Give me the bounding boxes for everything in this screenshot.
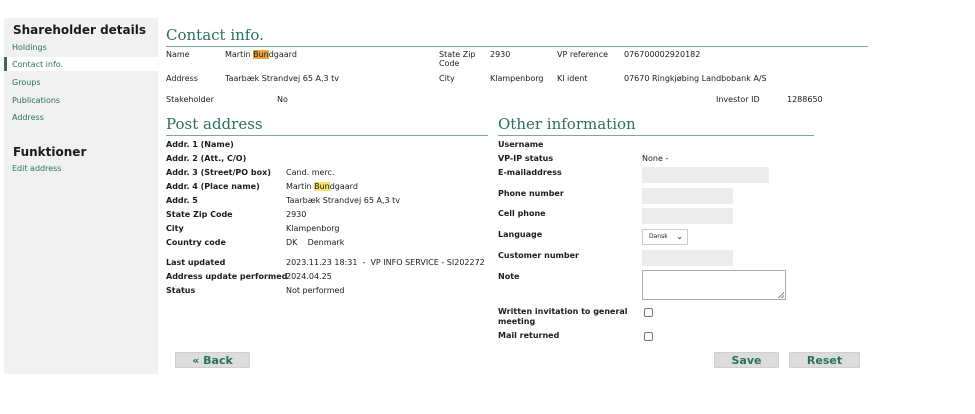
vp-ip-status-value: None - <box>642 154 669 163</box>
resize-handle-icon[interactable] <box>778 292 784 298</box>
name-value: Martin Bundgaard <box>225 50 297 59</box>
status-value: Not performed <box>286 286 345 295</box>
sidebar-item-holdings[interactable]: Holdings <box>12 43 47 52</box>
address-value: Taarbæk Strandvej 65 A,3 tv <box>225 74 339 83</box>
sidebar-item-contact-info[interactable]: Contact info. <box>12 60 63 69</box>
state-zip-value: 2930 <box>490 50 511 59</box>
vp-reference-label: VP reference <box>557 50 609 59</box>
post-city-value: Klampenborg <box>286 224 340 233</box>
state-zip-label: State Zip Code <box>439 50 476 68</box>
written-invitation-label-line2: meeting <box>498 317 536 326</box>
addr4-label: Addr. 4 (Place name) <box>166 182 260 191</box>
customer-number-field[interactable] <box>642 250 733 266</box>
stakeholder-label: Stakeholder <box>166 95 214 104</box>
last-updated-label: Last updated <box>166 258 226 267</box>
kl-ident-value: 07670 Ringkjøbing Landbobank A/S <box>624 74 767 83</box>
cell-phone-label: Cell phone <box>498 209 546 218</box>
country-code-value: DK Denmark <box>286 238 345 247</box>
sidebar-heading-shareholder: Shareholder details <box>13 23 146 37</box>
other-information-title: Other information <box>498 115 636 133</box>
post-state-zip-label: State Zip Code <box>166 210 233 219</box>
post-address-title: Post address <box>166 115 263 133</box>
note-label: Note <box>498 272 520 281</box>
city-value: Klampenborg <box>490 74 544 83</box>
addr1-label: Addr. 1 (Name) <box>166 140 234 149</box>
kl-ident-label: Kl ident <box>557 74 588 83</box>
phone-number-field[interactable] <box>642 188 733 204</box>
written-invitation-label-line1: Written invitation to general <box>498 307 628 316</box>
post-address-divider <box>166 135 488 136</box>
addr5-label: Addr. 5 <box>166 196 198 205</box>
language-label: Language <box>498 230 543 239</box>
customer-number-label: Customer number <box>498 251 579 260</box>
other-information-divider <box>498 135 814 136</box>
name-value-prefix: Martin <box>225 50 254 59</box>
last-updated-value: 2023.11.23 18:31 - VP INFO SERVICE - SI2… <box>286 258 485 267</box>
back-button[interactable]: « Back <box>175 352 250 368</box>
address-label: Address <box>166 74 198 83</box>
username-label: Username <box>498 140 544 149</box>
vp-reference-value: 076700002920182 <box>624 50 701 59</box>
city-label: City <box>439 74 455 83</box>
address-update-performed-label: Address update performed <box>166 272 288 281</box>
status-label: Status <box>166 286 196 295</box>
addr4-value: Martin Bundgaard <box>286 182 358 191</box>
sidebar-item-publications[interactable]: Publications <box>12 96 60 105</box>
contact-info-title: Contact info. <box>166 26 264 44</box>
phone-number-label: Phone number <box>498 189 564 198</box>
email-field[interactable] <box>642 167 769 183</box>
cell-phone-field[interactable] <box>642 208 733 224</box>
stakeholder-value: No <box>277 95 288 104</box>
address-update-performed-value: 2024.04.25 <box>286 272 332 281</box>
country-code-label: Country code <box>166 238 226 247</box>
sidebar-item-edit-address[interactable]: Edit address <box>12 164 61 173</box>
addr5-value: Taarbæk Strandvej 65 A,3 tv <box>286 196 400 205</box>
name-value-suffix: dgaard <box>268 50 297 59</box>
addr3-value: Cand. merc. <box>286 168 335 177</box>
addr4-value-prefix: Martin <box>286 182 315 191</box>
contact-info-divider <box>166 46 868 47</box>
vp-ip-status-label: VP-IP status <box>498 154 554 163</box>
language-select[interactable]: Dansk ⌄ <box>642 229 688 245</box>
sidebar-item-groups[interactable]: Groups <box>12 78 41 87</box>
investor-id-label: Investor ID <box>716 95 760 104</box>
written-invitation-checkbox[interactable] <box>644 308 653 317</box>
addr4-value-suffix: dgaard <box>329 182 358 191</box>
post-state-zip-value: 2930 <box>286 210 307 219</box>
addr2-label: Addr. 2 (Att., C/O) <box>166 154 247 163</box>
post-city-label: City <box>166 224 184 233</box>
note-textarea[interactable] <box>642 270 786 300</box>
mail-returned-checkbox[interactable] <box>644 332 653 341</box>
addr3-label: Addr. 3 (Street/PO box) <box>166 168 271 177</box>
save-button[interactable]: Save <box>714 352 779 368</box>
chevron-down-icon: ⌄ <box>676 232 683 241</box>
sidebar: Shareholder details Holdings Contact inf… <box>4 18 158 374</box>
sidebar-item-address[interactable]: Address <box>12 113 44 122</box>
investor-id-value: 1288650 <box>787 95 823 104</box>
name-value-highlight: Bun <box>253 50 269 59</box>
name-label: Name <box>166 50 190 59</box>
reset-button[interactable]: Reset <box>789 352 860 368</box>
mail-returned-label: Mail returned <box>498 331 560 340</box>
addr4-value-highlight: Bun <box>314 182 330 191</box>
sidebar-heading-funktioner: Funktioner <box>13 145 87 159</box>
language-select-value: Dansk <box>649 233 668 240</box>
email-label: E-mailaddress <box>498 168 562 177</box>
